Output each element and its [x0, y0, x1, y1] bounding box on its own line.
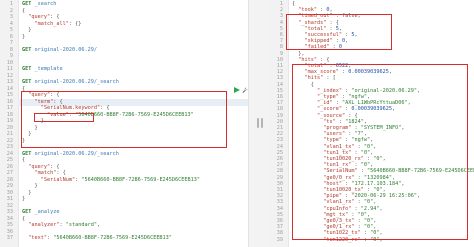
code-token: GET [22, 66, 35, 72]
code-token: GET [22, 209, 35, 215]
code-token: : { [50, 14, 60, 20]
code-token: "hits" [298, 56, 317, 63]
code-token: : { [50, 163, 60, 170]
code-token: "5640B660-BB8F-72B6-7569-E245D6CEEB13" [81, 176, 201, 183]
code-token: { [22, 215, 26, 222]
hits-highlight-box [292, 64, 468, 240]
code-token: : {} [68, 20, 82, 27]
code-token: original-2020.06.29/_search [34, 150, 119, 157]
code-token: GET [22, 150, 35, 157]
code-token: } [22, 196, 26, 202]
code-token: : [317, 7, 327, 14]
code-token: _template [34, 66, 63, 72]
code-token: "match" [34, 170, 57, 176]
code-token: GET [22, 1, 35, 7]
code-token: "query" [28, 14, 51, 20]
code-token: } [22, 33, 26, 40]
request-editor[interactable]: 1 GET _search 2{3 "query": {4 "match_all":… [0, 0, 248, 247]
code-token: "took" [298, 7, 317, 14]
code-token: , [96, 222, 101, 228]
code-token: } [22, 183, 38, 189]
line-number: 37 [6, 235, 13, 241]
code-token: "SerialNum" [40, 176, 76, 183]
pane-resize-handle-icon-bar[interactable] [261, 118, 263, 128]
code-token: GET [22, 46, 35, 53]
code-token: , [329, 7, 333, 14]
code-token: "standard" [65, 222, 97, 228]
code-token: _analyze [34, 209, 60, 215]
code-token: "query" [28, 163, 51, 170]
code-token: { [22, 157, 26, 163]
code-token: original-2020.06.29/_search [34, 79, 119, 85]
line-number: 39 [276, 236, 283, 243]
code-token: { [292, 1, 296, 7]
code-token: "text" [28, 235, 47, 241]
code-token: : { [56, 170, 66, 176]
code-line[interactable]: 37 "text": "5640B660-BB8F-72B6-7569-E245… [0, 235, 248, 242]
play-run-icon[interactable] [234, 87, 240, 93]
code-token: _search [34, 1, 57, 7]
pane-resize-handle-icon[interactable] [257, 118, 259, 128]
code-token: "5640B660-BB8F-72B6-7569-E245D6CEEB13" [53, 235, 172, 241]
shards-highlight-box [286, 14, 392, 50]
code-token: { [22, 7, 26, 14]
code-token: "match_all" [34, 20, 69, 27]
code-token: } [22, 189, 32, 196]
code-token: "analyzer" [28, 222, 60, 228]
code-text: "text": "5640B660-BB8F-72B6-7569-E245D6C… [22, 235, 172, 242]
keyword-field-highlight-box [34, 113, 94, 122]
code-token: } [22, 27, 32, 33]
code-token: GET [22, 79, 35, 85]
code-token: }, [292, 50, 305, 57]
pane-splitter[interactable] [248, 0, 272, 247]
code-token: original-2020.06.29/ [34, 46, 97, 53]
response-viewer[interactable]: 1{2 "took" : 0, 3 "timed_out" : false, 4 "… [270, 0, 474, 247]
code-token: : { [317, 56, 330, 63]
